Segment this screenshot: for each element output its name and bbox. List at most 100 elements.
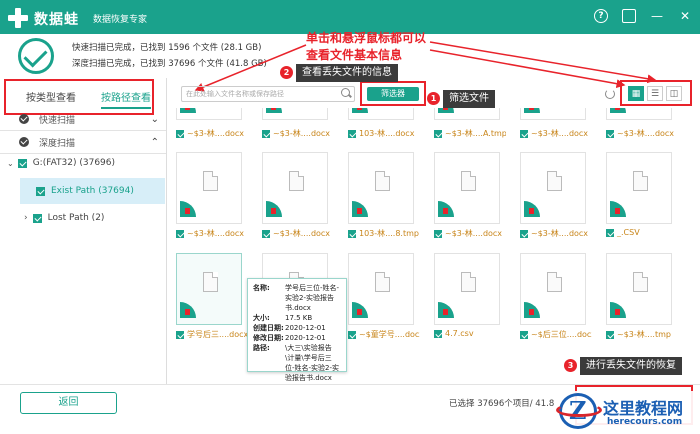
file-checkbox[interactable] xyxy=(348,229,356,238)
file-card[interactable]: ~$3-林....docx xyxy=(517,152,589,242)
file-checkbox[interactable] xyxy=(434,229,442,238)
file-card[interactable]: 学号后三....docx xyxy=(173,253,248,343)
grid-view-icon[interactable]: ▦ xyxy=(628,86,644,101)
file-thumbnail[interactable] xyxy=(348,108,414,120)
deep-scan-item[interactable]: 深度扫描 ⌃ xyxy=(0,131,165,153)
arrow-to-view-detail xyxy=(429,41,657,84)
file-thumbnail[interactable] xyxy=(176,108,242,120)
file-card[interactable]: _.CSV xyxy=(603,152,675,242)
file-label[interactable]: ~$3-林....docx xyxy=(262,228,334,239)
quick-scan-item[interactable]: 快速扫描 ⌄ xyxy=(0,108,165,130)
back-button[interactable]: 返回 xyxy=(20,392,117,414)
file-checkbox[interactable] xyxy=(520,129,528,138)
file-label[interactable]: 学号后三....docx xyxy=(176,329,248,340)
filter-highlight: 筛选器 xyxy=(360,81,426,106)
file-checkbox[interactable] xyxy=(434,129,442,138)
file-label[interactable]: ~$3-林....docx xyxy=(176,228,248,239)
file-label[interactable]: 103-林....8.tmp xyxy=(348,228,420,239)
file-label[interactable]: ~$3-林....docx xyxy=(606,128,678,139)
filter-button[interactable]: 筛选器 xyxy=(367,87,419,101)
file-name: ~$3-林....docx xyxy=(531,229,589,238)
file-label[interactable]: ~$3-林....docx xyxy=(262,128,334,139)
file-label[interactable]: 4.7.csv xyxy=(434,329,506,338)
file-checkbox[interactable] xyxy=(176,129,184,138)
file-label[interactable]: ~$后三位....docx xyxy=(520,329,592,340)
file-thumbnail[interactable] xyxy=(520,152,586,224)
file-thumbnail[interactable] xyxy=(262,152,328,224)
file-thumbnail[interactable] xyxy=(348,253,414,325)
watermark-text: 这里教程网 xyxy=(603,399,684,418)
tree-exist-path[interactable]: Exist Path (37694) xyxy=(36,186,134,196)
file-thumbnail[interactable] xyxy=(176,152,242,224)
tree-lost-path[interactable]: › Lost Path (2) xyxy=(24,213,104,223)
search-icon[interactable] xyxy=(341,88,350,97)
document-icon xyxy=(461,171,476,191)
file-label[interactable]: 103-林....docx xyxy=(348,128,420,139)
file-card[interactable]: ~$童学号....docx xyxy=(345,253,420,343)
check-icon xyxy=(19,137,29,147)
file-thumbnail[interactable] xyxy=(434,152,500,224)
file-checkbox[interactable] xyxy=(606,228,614,237)
tab-by-type[interactable]: 按类型查看 xyxy=(26,89,76,104)
file-checkbox[interactable] xyxy=(606,330,614,339)
file-card[interactable]: 4.7.csv xyxy=(431,253,503,343)
file-thumbnail[interactable] xyxy=(606,152,672,224)
file-checkbox[interactable] xyxy=(262,129,270,138)
file-thumbnail[interactable] xyxy=(434,253,500,325)
file-card[interactable]: ~$3-林....docx xyxy=(173,152,245,242)
file-label[interactable]: ~$3-林....A.tmp xyxy=(434,128,506,139)
tree-drive[interactable]: ⌄ G:(FAT32) (37696) xyxy=(7,158,115,168)
file-name: ~$后三位....docx xyxy=(531,330,592,339)
exist-path-checkbox[interactable] xyxy=(36,186,45,196)
watermark-ring-icon xyxy=(556,403,602,417)
file-card[interactable]: ~$3-林....docx xyxy=(431,152,503,242)
search-input[interactable]: 在此处输入文件名称或保存路径 xyxy=(181,86,355,102)
tip-recover: 进行丢失文件的恢复 xyxy=(580,357,682,375)
file-label[interactable]: ~$童学号....docx xyxy=(348,329,420,340)
refresh-icon[interactable] xyxy=(605,89,615,99)
chevron-right-icon[interactable]: › xyxy=(24,213,28,223)
list-view-icon[interactable]: ☰ xyxy=(647,86,663,101)
file-card[interactable]: ~$3-林....tmp xyxy=(603,253,675,343)
file-checkbox[interactable] xyxy=(176,330,184,339)
document-icon xyxy=(461,272,476,292)
file-thumbnail[interactable] xyxy=(606,108,672,120)
lost-path-label: Lost Path (2) xyxy=(47,213,105,223)
file-card[interactable]: ~$后三位....docx xyxy=(517,253,592,343)
file-thumbnail[interactable] xyxy=(520,253,586,325)
file-label[interactable]: ~$3-林....docx xyxy=(520,128,592,139)
file-thumbnail[interactable] xyxy=(606,253,672,325)
file-thumbnail[interactable] xyxy=(520,108,586,120)
chevron-down-icon[interactable]: ⌄ xyxy=(7,159,14,168)
file-label[interactable]: ~$3-林....docx xyxy=(434,228,506,239)
file-label[interactable]: ~$3-林....docx xyxy=(520,228,592,239)
file-checkbox[interactable] xyxy=(176,229,184,238)
file-thumbnail[interactable] xyxy=(348,152,414,224)
app-badge-icon xyxy=(610,108,626,113)
quick-scan-label: 快速扫描 xyxy=(39,115,76,126)
file-checkbox[interactable] xyxy=(520,330,528,339)
file-checkbox[interactable] xyxy=(520,229,528,238)
file-label[interactable]: ~$3-林....docx xyxy=(176,128,248,139)
file-checkbox[interactable] xyxy=(434,329,442,338)
file-thumbnail[interactable] xyxy=(262,108,328,120)
drive-checkbox[interactable] xyxy=(17,158,27,168)
file-thumbnail[interactable] xyxy=(176,253,242,325)
file-checkbox[interactable] xyxy=(348,330,356,339)
detail-view-icon[interactable]: ◫ xyxy=(666,86,682,101)
file-label[interactable]: ~$3-林....tmp xyxy=(606,329,678,340)
file-name: ~$3-林....docx xyxy=(273,229,331,238)
document-icon xyxy=(375,171,390,191)
document-icon xyxy=(547,171,562,191)
file-label[interactable]: _.CSV xyxy=(606,228,678,237)
tab-by-path[interactable]: 按路径查看 xyxy=(101,89,151,109)
lost-path-checkbox[interactable] xyxy=(32,213,42,223)
file-checkbox[interactable] xyxy=(262,229,270,238)
file-card[interactable]: ~$3-林....docx xyxy=(259,152,331,242)
file-card[interactable]: 103-林....8.tmp xyxy=(345,152,420,242)
file-thumbnail[interactable] xyxy=(434,108,500,120)
file-name: 103-林....docx xyxy=(359,129,415,138)
info-path-key: 路径: xyxy=(253,344,270,352)
file-checkbox[interactable] xyxy=(606,129,614,138)
file-checkbox[interactable] xyxy=(348,129,356,138)
